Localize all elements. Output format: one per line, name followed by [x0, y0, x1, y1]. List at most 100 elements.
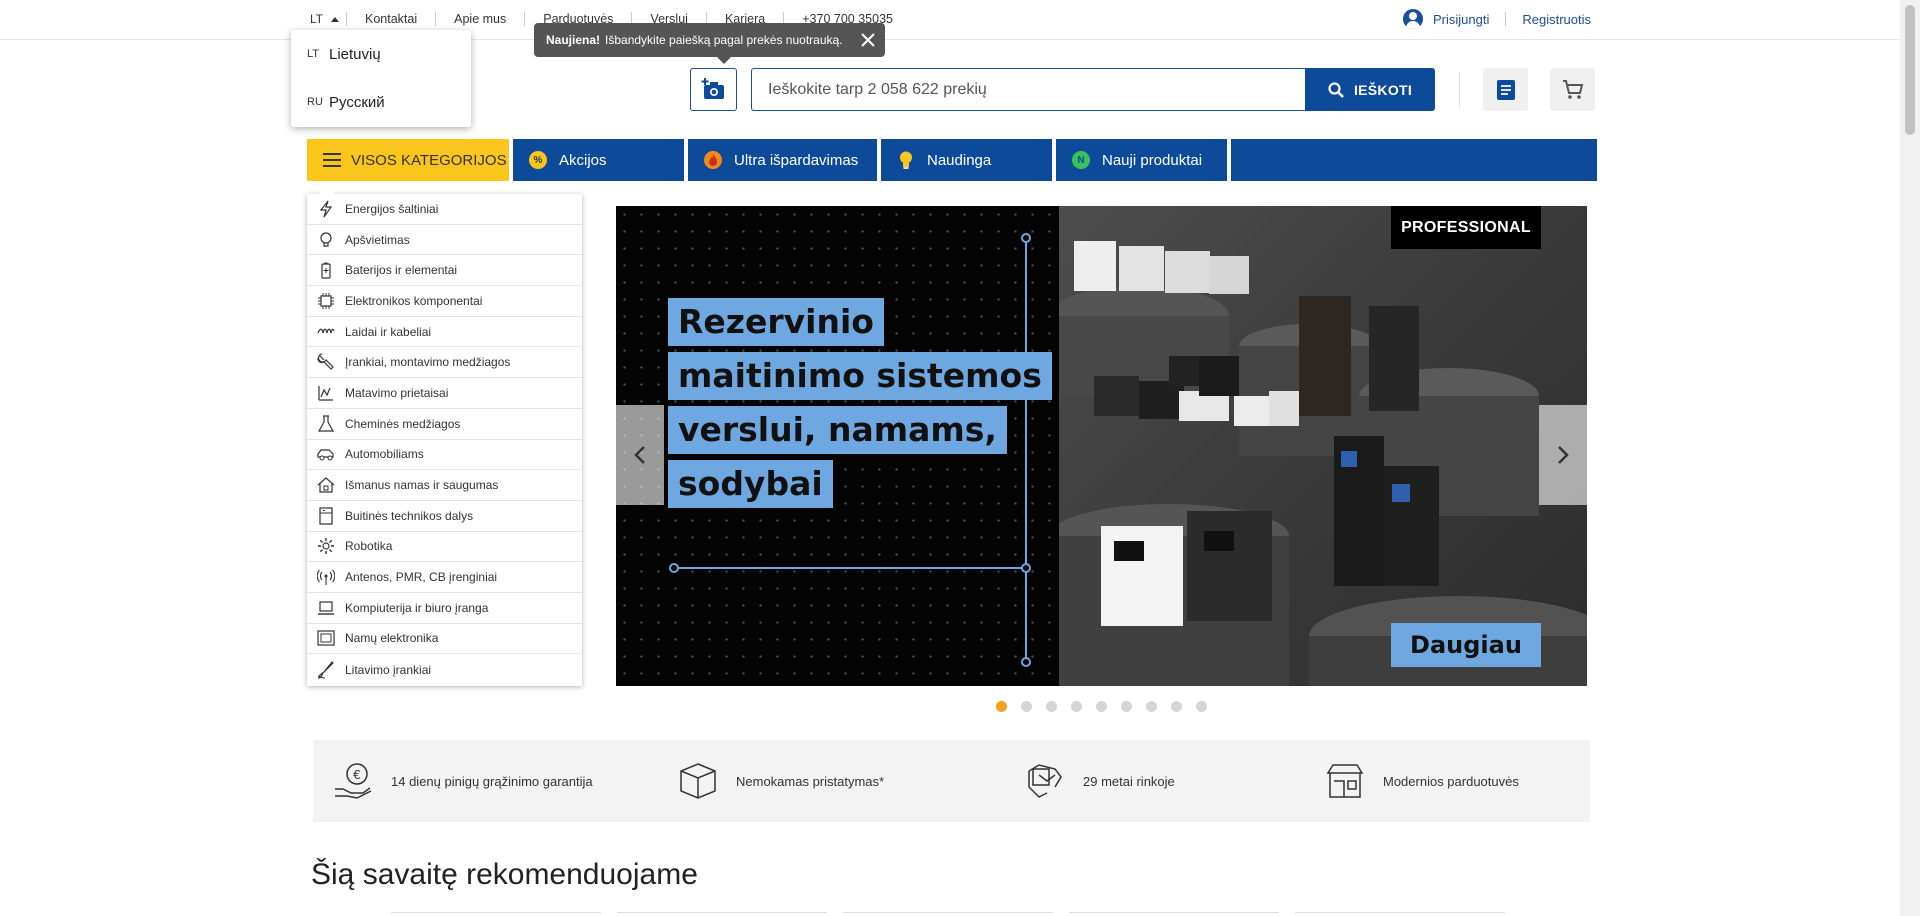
product-card[interactable] — [391, 912, 601, 916]
category-item[interactable]: Elektronikos komponentai — [307, 286, 582, 317]
scrollbar-thumb[interactable] — [1905, 5, 1915, 135]
category-item[interactable]: Laidai ir kabeliai — [307, 317, 582, 348]
category-item[interactable]: Namų elektronika — [307, 624, 582, 655]
language-option-lt[interactable]: LT Lietuvių — [291, 30, 471, 78]
appliance-icon — [319, 507, 333, 525]
login-link[interactable]: Prisijungti — [1433, 12, 1489, 27]
cart-button[interactable] — [1550, 68, 1595, 111]
carousel-dot[interactable] — [1146, 701, 1157, 712]
orders-button[interactable] — [1483, 68, 1528, 111]
close-icon[interactable] — [859, 31, 877, 49]
category-item[interactable]: Automobiliams — [307, 440, 582, 471]
nav-item-useful[interactable]: Naudinga — [881, 139, 991, 181]
category-item[interactable]: Antenos, PMR, CB įrenginiai — [307, 562, 582, 593]
category-label: Automobiliams — [345, 447, 424, 462]
category-item[interactable]: Robotika — [307, 532, 582, 563]
product-card[interactable] — [1295, 912, 1505, 916]
carousel-prev-button[interactable] — [616, 405, 664, 505]
image-search-button[interactable] — [690, 68, 737, 111]
category-item[interactable]: Įrankiai, montavimo medžiagos — [307, 347, 582, 379]
tv-icon — [317, 630, 335, 647]
category-label: Elektronikos komponentai — [345, 293, 483, 308]
category-label: Energijos šaltiniai — [345, 201, 439, 216]
new-badge-icon: N — [1072, 151, 1090, 169]
nav-item-ultra-sale[interactable]: Ultra išpardavimas — [688, 139, 858, 181]
category-item[interactable]: Litavimo įrankiai — [307, 654, 582, 685]
language-label: Русский — [329, 93, 385, 111]
nav-item-akcijos[interactable]: % Akcijos — [513, 139, 607, 181]
product-card[interactable] — [843, 912, 1053, 916]
image-search-tooltip: Naujiena! Išbandykite paiešką pagal prek… — [534, 23, 885, 64]
banner-more-button[interactable]: Daugiau — [1391, 623, 1541, 667]
category-label: Antenos, PMR, CB įrenginiai — [345, 570, 498, 585]
category-item[interactable]: Cheminės medžiagos — [307, 409, 582, 440]
scrollbar-track[interactable] — [1900, 0, 1920, 916]
soldering-icon — [317, 660, 334, 679]
carousel-dot[interactable] — [1046, 701, 1057, 712]
category-label: Robotika — [345, 539, 393, 554]
feature-item: Nemokamas pristatymas* — [678, 740, 884, 822]
register-link[interactable]: Registruotis — [1522, 12, 1591, 27]
antenna-icon — [317, 569, 335, 586]
category-item[interactable]: Išmanus namas ir saugumas — [307, 470, 582, 501]
feature-item: 29 metai rinkoje — [1025, 740, 1175, 822]
svg-text:€: € — [353, 768, 361, 782]
battery-icon — [321, 262, 331, 279]
carousel-dot[interactable] — [1096, 701, 1107, 712]
category-item[interactable]: Buitinės technikos dalys — [307, 501, 582, 532]
banner-product-photo — [1049, 206, 1587, 686]
category-label: Įrankiai, montavimo medžiagos — [345, 355, 511, 370]
lightning-icon — [319, 200, 333, 218]
discount-icon: % — [529, 151, 547, 169]
box-icon — [680, 763, 716, 799]
carousel-dot[interactable] — [1071, 701, 1082, 712]
wrench-icon — [317, 353, 334, 371]
search-button[interactable]: IEŠKOTI — [1305, 68, 1435, 111]
language-current-code: LT — [310, 12, 324, 26]
top-bar — [0, 0, 1900, 40]
feature-text: 14 dienų pinigų grąžinimo garantija — [391, 773, 593, 789]
ups-products-illustration — [1049, 241, 1587, 686]
product-card[interactable] — [1069, 912, 1279, 916]
category-item[interactable]: Matavimo prietaisai — [307, 378, 582, 409]
category-item[interactable]: Apšvietimas — [307, 225, 582, 256]
gear-icon — [318, 538, 334, 555]
carousel-dot[interactable] — [996, 701, 1007, 712]
feature-item: € 14 dienų pinigų grąžinimo garantija — [333, 740, 593, 822]
nav-label: Naudinga — [927, 151, 992, 169]
carousel-next-button[interactable] — [1539, 405, 1587, 505]
search-button-label: IEŠKOTI — [1353, 81, 1413, 98]
car-icon — [317, 449, 334, 461]
language-toggle[interactable]: LT — [310, 12, 340, 26]
chevron-left-icon — [634, 446, 645, 464]
laptop-icon — [318, 601, 334, 615]
category-item[interactable]: Energijos šaltiniai — [307, 194, 582, 225]
category-label: Matavimo prietaisai — [345, 385, 449, 400]
carousel-dot[interactable] — [1196, 701, 1207, 712]
bulb-icon — [320, 231, 332, 247]
category-label: Kompiuterija ir biuro įranga — [345, 600, 489, 615]
hero-banner[interactable]: Rezervinio maitinimo sistemos verslui, n… — [616, 206, 1587, 686]
user-icon[interactable] — [1403, 9, 1423, 29]
carousel-dot[interactable] — [1021, 701, 1032, 712]
top-link-about[interactable]: Apie mus — [435, 12, 524, 26]
feature-text: Modernios parduotuvės — [1383, 773, 1519, 789]
search-input[interactable] — [751, 68, 1306, 111]
product-card[interactable] — [617, 912, 827, 916]
category-item[interactable]: Kompiuterija ir biuro įranga — [307, 593, 582, 624]
language-option-ru[interactable]: RU Русский — [291, 78, 471, 126]
carousel-dot[interactable] — [1121, 701, 1132, 712]
carousel-dot[interactable] — [1171, 701, 1182, 712]
account-links: Prisijungti Registruotis — [1403, 9, 1591, 29]
top-link-contacts[interactable]: Kontaktai — [346, 12, 435, 26]
category-label: Buitinės technikos dalys — [345, 508, 474, 523]
nav-item-new-products[interactable]: N Nauji produktai — [1056, 139, 1202, 181]
banner-headline-line: Rezervinio — [668, 298, 884, 346]
feature-item: Modernios parduotuvės — [1325, 740, 1519, 822]
category-item[interactable]: Baterijos ir elementai — [307, 255, 582, 287]
divider — [1459, 72, 1460, 108]
category-label: Litavimo įrankiai — [345, 662, 432, 677]
all-categories-button[interactable]: VISOS KATEGORIJOS — [307, 139, 509, 181]
cable-icon — [317, 328, 335, 333]
divider — [1227, 139, 1231, 181]
